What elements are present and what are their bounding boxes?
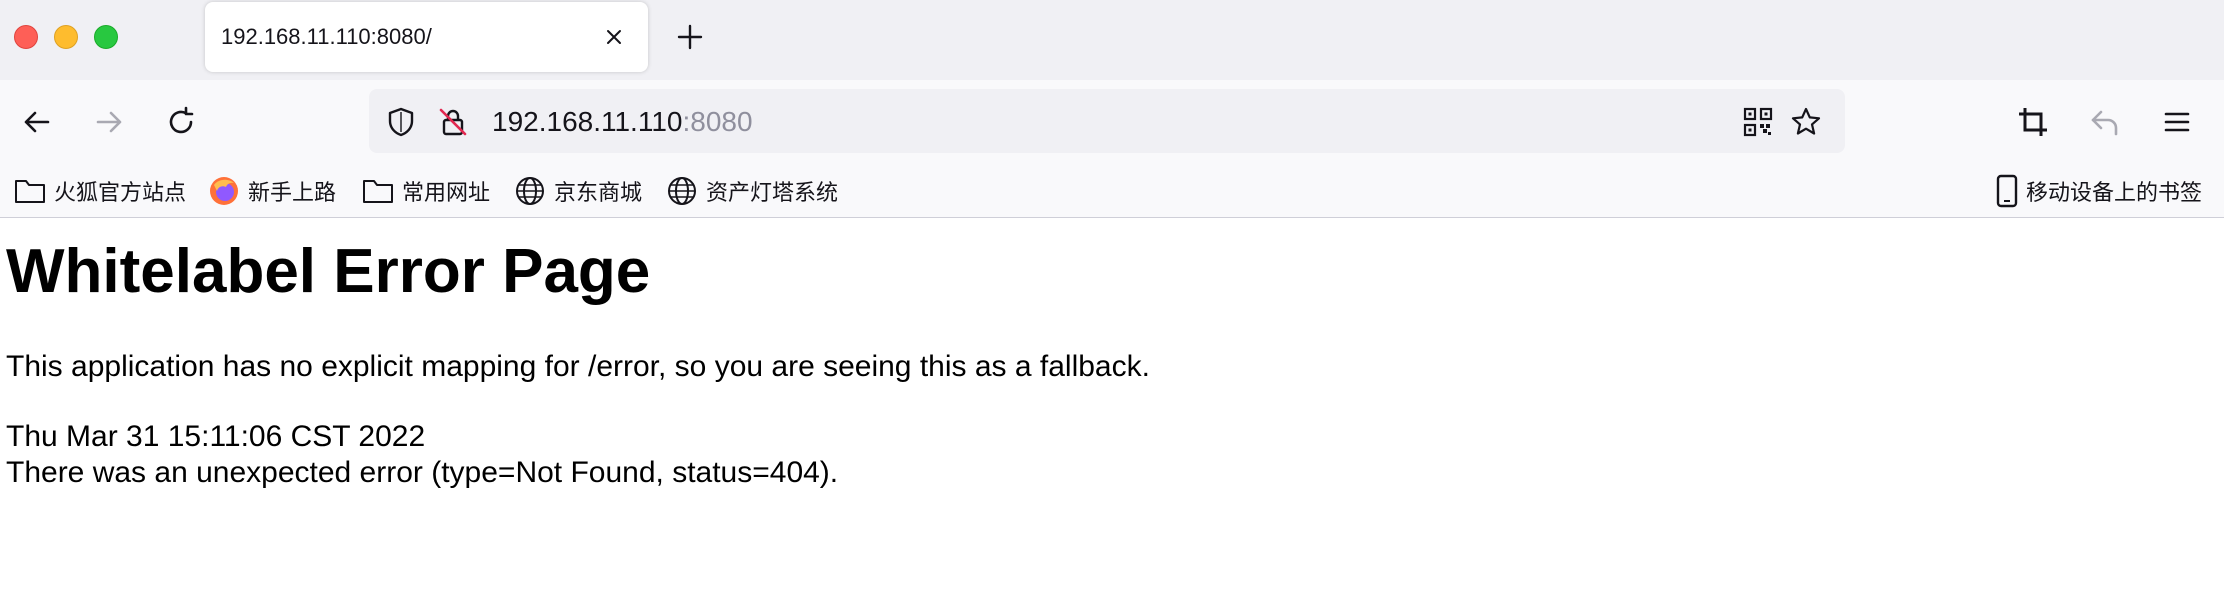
new-tab-icon[interactable] [675, 22, 705, 52]
tab-title: 192.168.11.110:8080/ [221, 24, 432, 49]
screenshot-crop-icon[interactable] [2016, 105, 2050, 139]
bookmark-item[interactable]: 资产灯塔系统 [666, 174, 838, 208]
bookmark-label: 资产灯塔系统 [706, 180, 839, 205]
globe-icon [668, 177, 696, 205]
url-host: 192.168.11.110 [492, 106, 683, 137]
bookmark-label: 常用网址 [402, 180, 491, 205]
mobile-bookmarks-label: 移动设备上的书签 [2026, 180, 2203, 205]
close-tab-icon[interactable] [599, 22, 629, 52]
qr-code-icon[interactable] [1742, 106, 1774, 138]
globe-icon [516, 177, 544, 205]
bookmark-label: 火狐官方站点 [54, 180, 187, 205]
bookmarks-toolbar: 火狐官方站点 新手上路 常用网址 京东商城 资产灯塔系统 移动设备上的书签 [0, 164, 2224, 218]
address-bar[interactable]: 192.168.11.110:8080 [369, 89, 1845, 153]
error-explanation: This application has no explicit mapping… [6, 350, 1150, 383]
active-tab[interactable]: 192.168.11.110:8080/ [205, 2, 648, 72]
error-timestamp: Thu Mar 31 15:11:06 CST 2022 [6, 420, 426, 453]
window-close-button[interactable] [14, 25, 38, 49]
reload-icon[interactable] [164, 105, 198, 139]
forward-icon[interactable] [92, 105, 126, 139]
shield-icon[interactable] [385, 106, 417, 138]
back-icon[interactable] [20, 105, 54, 139]
firefox-icon [210, 177, 238, 205]
window-zoom-button[interactable] [94, 25, 118, 49]
bookmark-item[interactable]: 常用网址 [362, 174, 490, 208]
folder-icon [363, 180, 393, 203]
error-heading: Whitelabel Error Page [6, 237, 651, 306]
bookmark-label: 新手上路 [248, 180, 337, 205]
tab-strip: 192.168.11.110:8080/ [0, 0, 2224, 80]
hamburger-menu-icon[interactable] [2160, 105, 2194, 139]
error-details: There was an unexpected error (type=Not … [6, 456, 839, 489]
mobile-bookmarks-item[interactable]: 移动设备上的书签 [1996, 174, 2202, 208]
undo-icon[interactable] [2088, 105, 2122, 139]
folder-icon [15, 180, 45, 203]
bookmark-item[interactable]: 京东商城 [514, 174, 642, 208]
bookmark-item[interactable]: 新手上路 [208, 174, 336, 208]
url-text[interactable]: 192.168.11.110:8080 [492, 106, 753, 138]
url-port: :8080 [682, 106, 753, 137]
mobile-device-icon [1996, 174, 2018, 208]
bookmark-star-icon[interactable] [1790, 106, 1822, 138]
insecure-lock-icon[interactable] [437, 106, 469, 138]
window-minimize-button[interactable] [54, 25, 78, 49]
bookmark-item[interactable]: 火狐官方站点 [14, 174, 186, 208]
bookmark-label: 京东商城 [554, 180, 643, 205]
navigation-toolbar: 192.168.11.110:8080 [0, 80, 2224, 164]
